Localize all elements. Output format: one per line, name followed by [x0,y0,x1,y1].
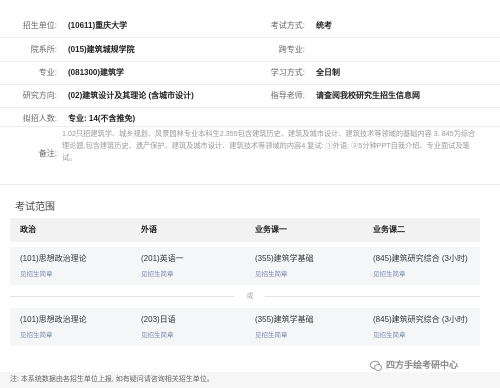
remark-text: 1.02只招建筑学、城乡规划、风景园林专业本科生2.355包含建筑历史、建筑及城… [62,129,476,162]
program-detail-card: 招生单位: (10611)重庆大学 考试方式: 统考 院系所: (015)建筑城… [0,0,500,372]
study-mode-value: 全日制 [316,68,340,77]
brand-text: 四方手绘考研中心 [386,360,459,370]
cross-major-label: 跨专业: [278,45,305,54]
subject-name: (355)建筑学基础 [255,254,314,263]
major-label: 专业: [38,68,57,77]
divider [0,126,500,127]
option-b-language: (203)日语 见招生简章 [141,314,176,339]
exam-scope-title: 考试范围 [15,202,55,213]
exam-type-label: 考试方式: [270,21,305,30]
exam-type-value: 统考 [316,21,332,30]
option-b-course-two: (845)建筑研究综合 (3小时) 见招生简章 [373,314,468,339]
brochure-link[interactable]: 见招生简章 [20,268,87,278]
department-label: 院系所: [30,45,57,54]
option-a-course-two: (845)建筑研究综合 (3小时) 见招生简章 [373,253,468,278]
study-mode-label: 学习方式: [270,68,305,77]
exam-option-a: (101)思想政治理论 见招生简章 (201)英语一 见招生简章 (355)建筑… [10,247,480,285]
divider [0,84,500,85]
subject-name: (845)建筑研究综合 (3小时) [373,254,468,263]
option-b-course-one: (355)建筑学基础 见招生简章 [255,314,314,339]
header-foreign-language: 外语 [141,225,157,234]
header-course-two: 业务课二 [373,225,405,234]
footer-note: 注: 本系统数据由各招生单位上报, 如有疑问请咨询相关招生单位。 [10,376,214,383]
subject-name: (845)建筑研究综合 (3小时) [373,315,468,324]
option-a-course-one: (355)建筑学基础 见招生简章 [255,253,314,278]
enroll-label: 拟招人数: [22,114,57,123]
or-divider-right [265,296,480,297]
divider [0,37,500,38]
option-b-politics: (101)思想政治理论 见招生简章 [20,314,87,339]
school-value: (10611)重庆大学 [68,21,128,30]
divider [0,107,500,108]
school-label: 招生单位: [22,21,57,30]
brochure-link[interactable]: 见招生简章 [141,268,184,278]
header-course-one: 业务课一 [255,225,287,234]
advisor-value[interactable]: 请查阅我校研究生招生信息网 [316,90,420,101]
watermark-brand: 四方手绘考研中心 [370,358,458,372]
brochure-link[interactable]: 见招生简章 [141,329,176,339]
subject-name: (355)建筑学基础 [255,315,314,324]
subject-name: (201)英语一 [141,254,184,263]
subject-name: (203)日语 [141,315,176,324]
exam-option-b: (101)思想政治理论 见招生简章 (203)日语 见招生简章 (355)建筑学… [10,308,480,346]
direction-value: (02)建筑设计及其理论 (含城市设计) [68,91,194,100]
subject-name: (101)思想政治理论 [20,254,87,263]
department-value: (015)建筑城规学院 [68,45,135,54]
enroll-value: 专业: 14(不含推免) [68,114,136,123]
remark-label: 备注: [38,149,57,158]
wechat-icon [370,360,382,371]
subject-name: (101)思想政治理论 [20,315,87,324]
advisor-label: 指导老师: [270,91,305,100]
divider [0,61,500,62]
brochure-link[interactable]: 见招生简章 [255,329,314,339]
divider [0,184,500,185]
option-a-language: (201)英语一 见招生简章 [141,253,184,278]
brochure-link[interactable]: 见招生简章 [20,329,87,339]
brochure-link[interactable]: 见招生简章 [255,268,314,278]
exam-scope-header: 政治 外语 业务课一 业务课二 [10,218,480,242]
major-value: (081300)建筑学 [68,68,125,77]
brochure-link[interactable]: 见招生简章 [373,268,468,278]
header-politics: 政治 [20,225,36,234]
option-a-politics: (101)思想政治理论 见招生简章 [20,253,87,278]
brochure-link[interactable]: 见招生简章 [373,329,468,339]
direction-label: 研究方向: [22,91,57,100]
